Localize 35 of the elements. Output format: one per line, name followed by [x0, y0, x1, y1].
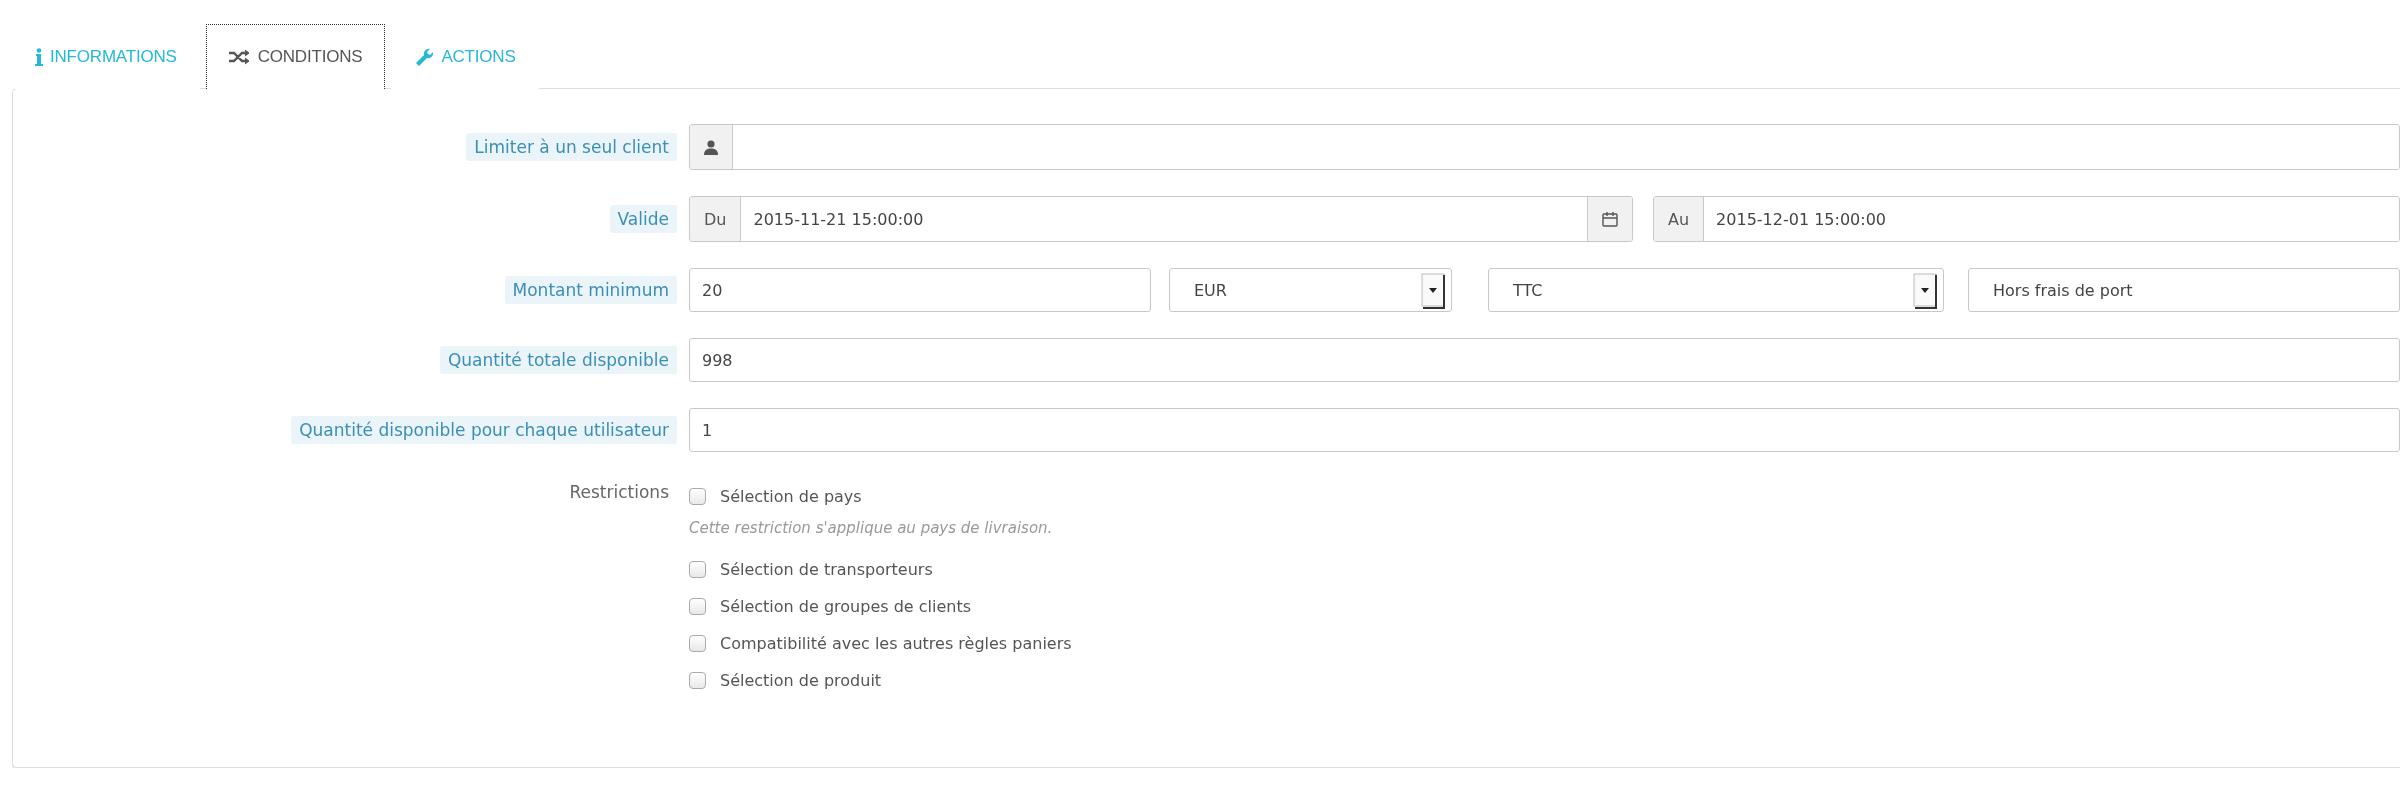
tab[interactable]: CONDITIONS [205, 24, 386, 89]
checkbox[interactable] [689, 561, 706, 578]
field-label: Quantité disponible pour chaque utilisateur [291, 416, 677, 444]
quantity-field[interactable]: 1 [689, 408, 2400, 452]
person-icon [704, 139, 718, 155]
tax-select[interactable]: TTC [1488, 268, 1944, 312]
date-prefix: Du [704, 209, 727, 229]
amount-field[interactable]: 20 [689, 268, 1151, 312]
quantity-field[interactable]: 998 [689, 338, 2400, 382]
dropdown-arrow-icon [1421, 273, 1447, 309]
field-label: Restrictions [568, 481, 670, 504]
shuffle-icon [228, 49, 251, 65]
help-text: Cette restriction s'applique au pays de livraison. [689, 518, 1054, 539]
checkbox-option[interactable]: Sélection de pays [689, 478, 2400, 515]
field-label: Limiter à un seul client [466, 133, 677, 161]
date-input-group[interactable]: Au 2015-12-01 15:00:00 [1653, 196, 2400, 242]
field-label: Quantité totale disponible [439, 346, 677, 374]
field-label: Valide [609, 205, 677, 233]
checkbox[interactable] [689, 488, 706, 505]
checkbox-option[interactable]: Sélection de transporteurs [689, 551, 2400, 588]
checkbox[interactable] [689, 598, 706, 615]
checkbox[interactable] [689, 635, 706, 652]
date-prefix: Au [1668, 209, 1690, 229]
info-icon [35, 48, 43, 66]
checkbox[interactable] [689, 672, 706, 689]
field-label: Montant minimum [504, 276, 677, 304]
checkbox-option[interactable]: Compatibilité avec les autres règles paniers [689, 625, 2400, 662]
checkbox-option[interactable]: Sélection de groupes de clients [689, 588, 2400, 625]
currency-select[interactable]: EUR [1169, 268, 1452, 312]
wrench-icon [414, 47, 435, 67]
date-input-group[interactable]: Du 2015-11-21 15:00:00 [689, 196, 1633, 242]
calendar-icon [1602, 211, 1618, 227]
shipping-select[interactable]: Hors frais de port [1968, 268, 2400, 312]
checkbox-option[interactable]: Sélection de produit [689, 662, 2400, 699]
dropdown-arrow-icon [1913, 273, 1939, 309]
